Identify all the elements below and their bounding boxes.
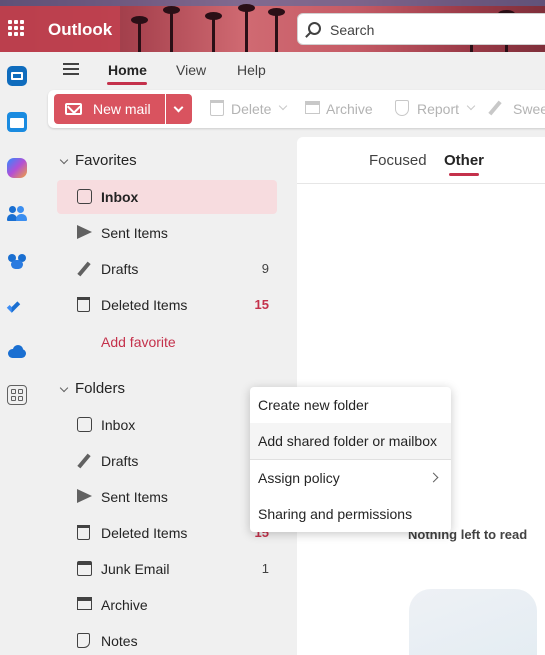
menu-item-add-shared-folder[interactable]: Add shared folder or mailbox	[250, 423, 451, 459]
divider	[297, 183, 545, 184]
palm-silhouette	[205, 12, 222, 52]
menu-item-sharing-and-permissions[interactable]: Sharing and permissions	[250, 496, 451, 532]
folder-label: Archive	[101, 597, 148, 613]
tab-other[interactable]: Other	[444, 152, 484, 169]
tab-home[interactable]: Home	[108, 62, 147, 78]
unread-count: 15	[254, 297, 269, 312]
tab-focused[interactable]: Focused	[369, 152, 427, 169]
favorites-item-deleted-items[interactable]: Deleted Items 15	[57, 288, 277, 322]
ribbon-tabs: Home View Help	[34, 52, 545, 88]
folders-item-deleted-items[interactable]: Deleted Items 15	[57, 516, 277, 550]
sweep-button[interactable]: Swee	[513, 101, 545, 117]
archive-icon	[305, 101, 320, 114]
active-tab-indicator	[107, 82, 147, 85]
folder-label: Sent Items	[101, 225, 168, 241]
send-icon	[77, 225, 92, 239]
trash-icon	[77, 525, 90, 540]
palm-silhouette	[238, 4, 255, 52]
todo-icon[interactable]	[6, 296, 27, 316]
trash-icon	[77, 297, 90, 312]
menu-item-label: Create new folder	[258, 397, 369, 413]
folder-label: Sent Items	[101, 489, 168, 505]
folders-item-drafts[interactable]: Drafts	[57, 444, 277, 478]
menu-item-label: Add shared folder or mailbox	[258, 433, 437, 449]
folder-label: Drafts	[101, 261, 139, 277]
delete-button[interactable]: Delete	[231, 101, 271, 117]
folders-heading: Folders	[75, 380, 126, 397]
pencil-icon	[77, 261, 91, 277]
menu-item-label: Assign policy	[258, 470, 340, 486]
onedrive-icon[interactable]	[7, 342, 27, 362]
folder-label: Deleted Items	[101, 297, 188, 313]
app-rail	[0, 52, 34, 655]
copilot-icon[interactable]	[7, 158, 27, 178]
chevron-down-icon	[59, 155, 69, 165]
search-icon	[308, 22, 321, 35]
trash-icon	[210, 100, 224, 116]
report-button[interactable]: Report	[417, 101, 459, 117]
send-icon	[77, 489, 92, 503]
palm-silhouette	[131, 16, 148, 52]
folders-item-junk-email[interactable]: Junk Email 1	[57, 552, 277, 586]
teams-icon[interactable]	[7, 250, 27, 270]
favorites-heading: Favorites	[75, 152, 137, 169]
app-launcher-icon[interactable]	[8, 20, 24, 36]
folder-context-menu: Create new folder Add shared folder or m…	[250, 387, 451, 532]
new-mail-dropdown-button[interactable]	[166, 94, 192, 124]
menu-item-assign-policy[interactable]: Assign policy	[250, 460, 451, 496]
apps-icon[interactable]	[7, 385, 27, 405]
chevron-down-icon	[59, 383, 69, 393]
favorites-item-sent-items[interactable]: Sent Items	[57, 216, 277, 250]
active-tab-indicator	[449, 173, 479, 176]
unread-count: 1	[261, 561, 269, 576]
chevron-right-icon	[428, 472, 439, 483]
app-title[interactable]: Outlook	[48, 20, 112, 40]
inbox-icon	[77, 417, 92, 432]
folders-item-archive[interactable]: Archive	[57, 588, 277, 622]
palm-silhouette	[268, 8, 285, 52]
favorites-item-drafts[interactable]: Drafts 9	[57, 252, 277, 286]
top-bar: Outlook Search	[0, 0, 545, 52]
search-input[interactable]: Search	[330, 22, 374, 38]
ribbon-toolbar: New mail Delete Archive Report Swee	[48, 90, 545, 128]
junk-icon	[77, 561, 92, 576]
unread-count: 9	[261, 261, 269, 276]
archive-button[interactable]: Archive	[326, 101, 373, 117]
new-mail-button[interactable]: New mail	[54, 94, 165, 124]
calendar-icon[interactable]	[7, 112, 27, 132]
envelope-icon	[65, 103, 82, 115]
chevron-down-icon	[173, 102, 184, 113]
new-mail-label: New mail	[93, 101, 151, 117]
folder-label: Drafts	[101, 453, 139, 469]
folders-item-inbox[interactable]: Inbox	[57, 408, 277, 442]
note-icon	[77, 633, 90, 648]
inbox-icon	[77, 189, 92, 204]
mail-icon[interactable]	[7, 66, 27, 86]
tab-view[interactable]: View	[176, 62, 206, 78]
favorites-item-inbox[interactable]: Inbox	[57, 180, 277, 214]
palm-silhouette	[163, 6, 180, 52]
pencil-icon	[77, 453, 91, 469]
empty-state-illustration	[409, 589, 537, 655]
archive-icon	[77, 597, 92, 610]
menu-item-label: Sharing and permissions	[258, 506, 413, 522]
folders-item-sent-items[interactable]: Sent Items	[57, 480, 277, 514]
folder-label: Notes	[101, 633, 138, 649]
folder-label: Junk Email	[101, 561, 170, 577]
hamburger-menu-icon[interactable]	[63, 63, 79, 75]
folder-label: Inbox	[101, 417, 136, 433]
menu-item-create-new-folder[interactable]: Create new folder	[250, 387, 451, 423]
report-chevron-icon[interactable]	[466, 101, 476, 111]
add-favorite-link[interactable]: Add favorite	[101, 334, 176, 350]
folder-label: Inbox	[101, 189, 139, 205]
people-icon[interactable]	[7, 204, 27, 224]
shield-icon	[395, 100, 409, 116]
delete-chevron-icon[interactable]	[278, 101, 288, 111]
search-box[interactable]: Search	[297, 13, 545, 45]
tab-help[interactable]: Help	[237, 62, 266, 78]
folder-label: Deleted Items	[101, 525, 188, 541]
folders-item-notes[interactable]: Notes	[57, 624, 277, 655]
broom-icon	[488, 100, 502, 116]
